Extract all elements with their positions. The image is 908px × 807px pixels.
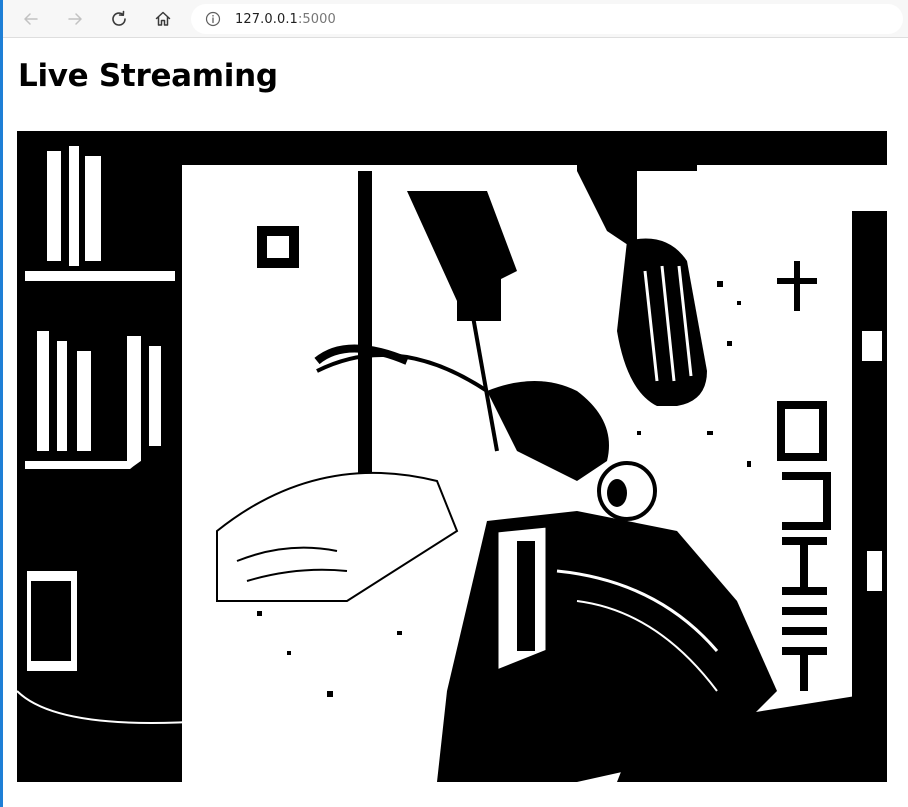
url-host: 127.0.0.1 — [235, 11, 298, 27]
forward-button[interactable] — [62, 6, 88, 32]
address-bar[interactable]: 127.0.0.1:5000 — [191, 4, 903, 34]
browser-toolbar: 127.0.0.1:5000 — [3, 0, 908, 38]
url-text: 127.0.0.1:5000 — [235, 12, 336, 27]
back-button[interactable] — [18, 6, 44, 32]
window-edge — [0, 0, 3, 807]
page-title: Live Streaming — [18, 58, 278, 94]
stream-frame-image — [17, 131, 887, 782]
home-icon — [155, 11, 171, 26]
live-stream-video — [17, 131, 887, 782]
reload-button[interactable] — [106, 6, 132, 32]
reload-icon — [112, 10, 126, 26]
arrow-right-icon — [68, 13, 82, 25]
url-port: :5000 — [297, 11, 336, 27]
info-icon[interactable] — [205, 11, 221, 27]
arrow-left-icon — [24, 13, 38, 25]
home-button[interactable] — [150, 6, 176, 32]
browser-window: 127.0.0.1:5000 Live Streaming — [0, 0, 908, 807]
